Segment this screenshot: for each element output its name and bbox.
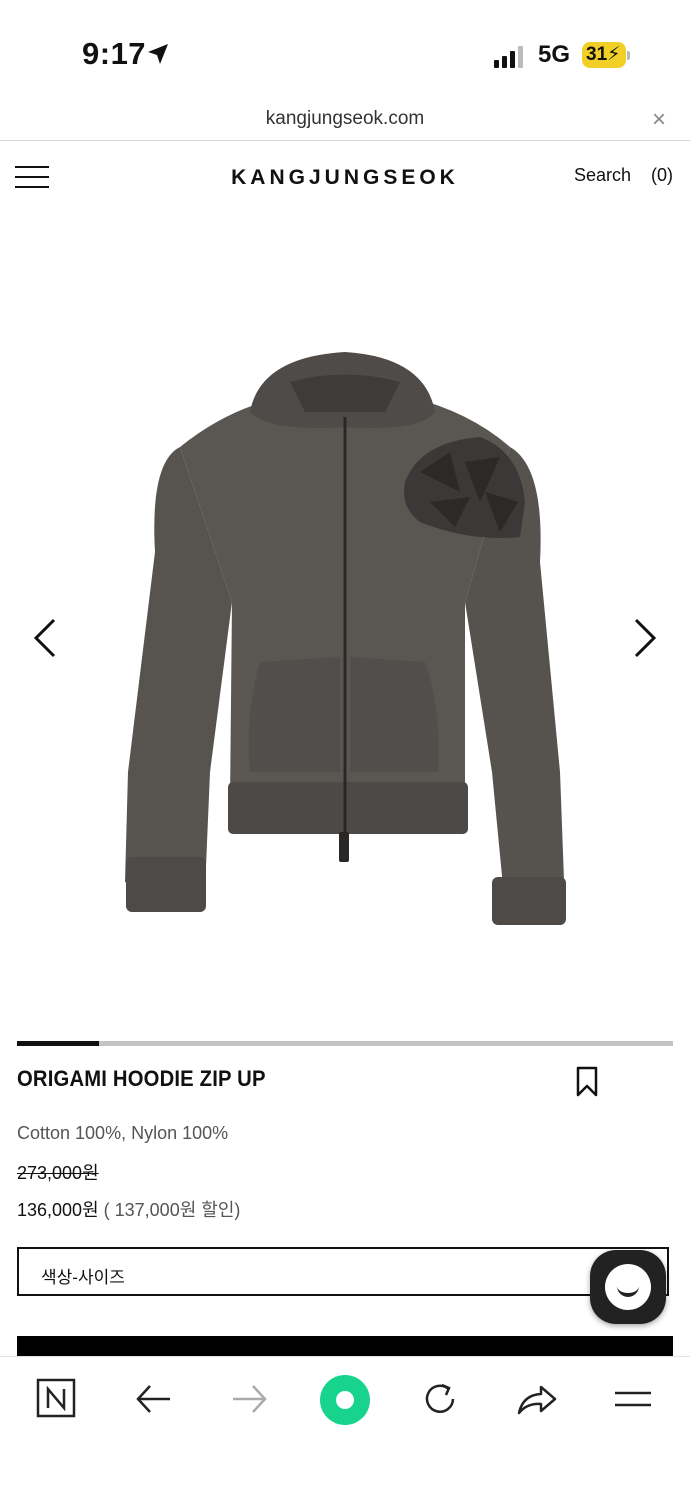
sale-price: 136,000원 [17,1200,99,1220]
status-time: 9:17 [82,36,147,71]
cellular-signal-icon [494,46,523,68]
product-image[interactable] [120,352,570,932]
product-material: Cotton 100%, Nylon 100% [17,1123,229,1143]
chat-icon [605,1264,651,1310]
forward-arrow-icon[interactable] [227,1377,271,1421]
cart-link[interactable]: (0) [651,165,673,186]
naver-home-icon[interactable] [35,1377,79,1421]
back-arrow-icon[interactable] [132,1377,176,1421]
option-select[interactable]: 색상-사이즈 [17,1247,669,1296]
previous-image-arrow-icon[interactable] [32,616,60,660]
browser-url-bar[interactable]: kangjungseok.com × [0,100,690,141]
gallery-progress-bar [17,1041,673,1046]
original-price: 273,000원 [17,1163,99,1183]
purchase-button[interactable] [17,1336,673,1356]
discount-note: ( 137,000원 할인) [98,1200,241,1220]
price-line: 136,000원 ( 137,000원 할인) [17,1196,240,1222]
green-dot-icon[interactable] [318,1373,372,1427]
search-link[interactable]: Search [574,165,631,186]
status-bar: 9:17 5G 31⚡ [0,0,690,100]
url-text[interactable]: kangjungseok.com [0,108,690,130]
network-type: 5G [538,41,571,68]
charging-bolt-icon: ⚡ [607,44,621,65]
product-name: ORIGAMI HOODIE ZIP UP [17,1066,266,1091]
gallery-progress-fill [17,1041,99,1046]
refresh-icon[interactable] [418,1377,462,1421]
share-icon[interactable] [515,1377,559,1421]
next-image-arrow-icon[interactable] [630,616,658,660]
battery-indicator: 31⚡ [582,42,626,68]
browser-toolbar [0,1356,690,1501]
chat-button[interactable] [590,1250,666,1324]
product-gallery [0,212,690,1032]
bookmark-icon[interactable] [575,1066,599,1098]
site-header: KANGJUNGSEOK Search (0) [0,141,690,211]
menu-lines-icon[interactable] [611,1377,655,1421]
close-icon[interactable]: × [652,106,666,134]
battery-level: 31 [586,44,608,65]
option-select-label: 색상-사이즈 [41,1268,125,1287]
battery-cap [627,51,630,60]
location-arrow-icon [148,44,168,64]
